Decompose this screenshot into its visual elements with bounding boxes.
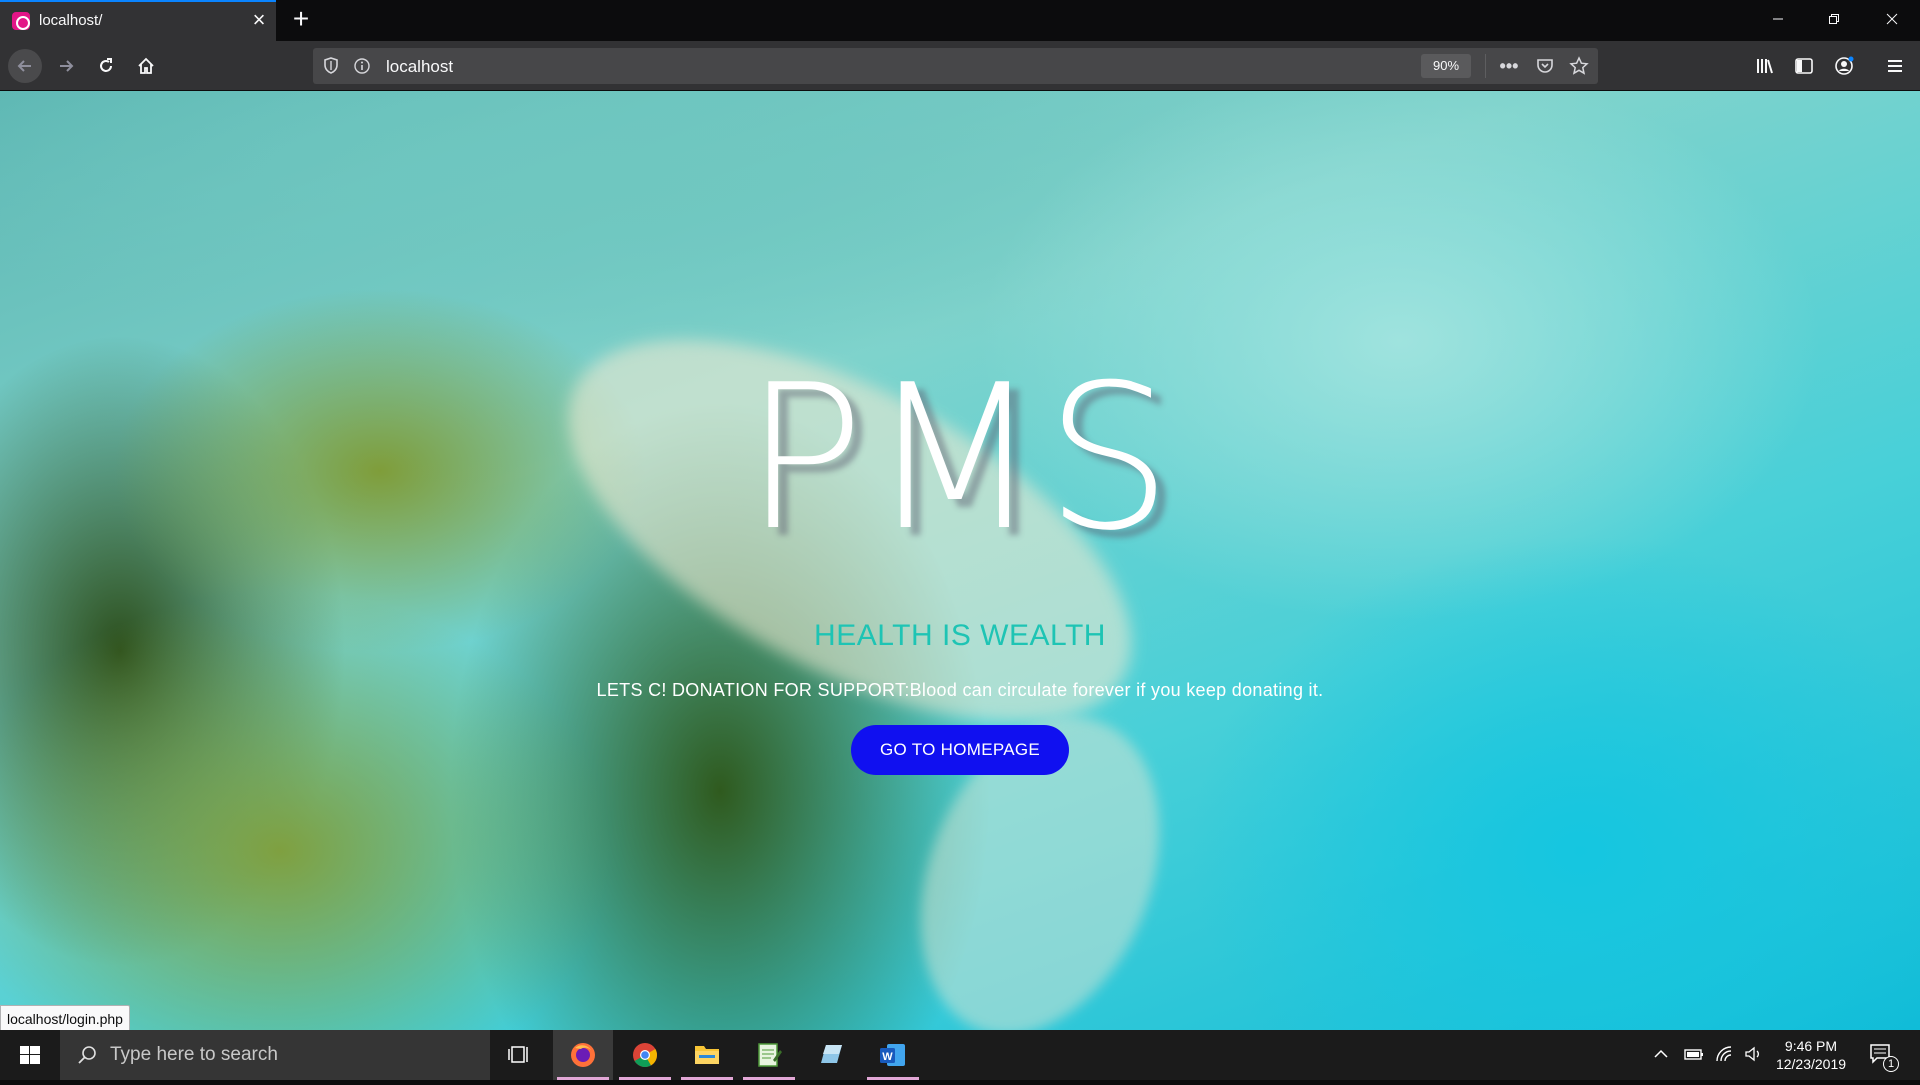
- file-explorer-taskbar-icon[interactable]: [677, 1030, 737, 1080]
- page-actions-icon[interactable]: •••: [1498, 55, 1520, 77]
- go-to-homepage-button[interactable]: GO TO HOMEPAGE: [851, 725, 1069, 775]
- word-taskbar-icon[interactable]: W: [863, 1030, 923, 1080]
- url-text[interactable]: localhost: [386, 57, 453, 77]
- clock-date: 12/23/2019: [1775, 1056, 1847, 1072]
- page-viewport: PMS HEALTH IS WEALTH LETS C! DONATION FO…: [0, 91, 1920, 1030]
- windows-start-icon[interactable]: [0, 1030, 60, 1080]
- windows-taskbar: Type here to search W 9:46 PM 12/23/2019…: [0, 1030, 1920, 1080]
- navigation-toolbar: localhost 90% •••: [0, 41, 1920, 91]
- reload-icon[interactable]: [89, 49, 123, 83]
- search-icon: [78, 1046, 96, 1064]
- svg-text:W: W: [882, 1051, 893, 1063]
- firefox-taskbar-icon[interactable]: [553, 1030, 613, 1080]
- task-view-icon[interactable]: [490, 1030, 550, 1080]
- editor-taskbar-icon[interactable]: [801, 1030, 861, 1080]
- chrome-taskbar-icon[interactable]: [615, 1030, 675, 1080]
- tab-close-icon[interactable]: ×: [248, 9, 270, 31]
- tab-title: localhost/: [39, 12, 103, 29]
- tracking-shield-icon[interactable]: [320, 55, 342, 77]
- forward-icon[interactable]: [49, 49, 83, 83]
- library-icon[interactable]: [1748, 49, 1782, 83]
- urlbar-divider: [1485, 54, 1486, 78]
- browser-tab[interactable]: localhost/ ×: [0, 0, 276, 41]
- search-placeholder: Type here to search: [110, 1044, 278, 1065]
- zoom-level-badge[interactable]: 90%: [1421, 54, 1471, 78]
- notepad-taskbar-icon[interactable]: [739, 1030, 799, 1080]
- minimize-icon[interactable]: [1750, 0, 1806, 41]
- wifi-icon[interactable]: [1715, 1045, 1735, 1068]
- menu-hamburger-icon[interactable]: [1878, 49, 1912, 83]
- site-info-icon[interactable]: [351, 55, 373, 77]
- pocket-icon[interactable]: [1534, 55, 1556, 77]
- hero-title: PMS: [743, 342, 1177, 575]
- address-bar[interactable]: localhost 90% •••: [313, 48, 1598, 84]
- taskbar-search-box[interactable]: Type here to search: [60, 1030, 490, 1080]
- show-hidden-icons-icon[interactable]: [1652, 1045, 1670, 1068]
- sidebar-toggle-icon[interactable]: [1787, 49, 1821, 83]
- home-icon[interactable]: [129, 49, 163, 83]
- notification-count-badge: 1: [1883, 1056, 1899, 1072]
- tab-strip: localhost/ × +: [0, 0, 1920, 41]
- restore-icon[interactable]: [1806, 0, 1862, 41]
- clock-time: 9:46 PM: [1784, 1038, 1838, 1054]
- hero-description: LETS C! DONATION FOR SUPPORT:Blood can c…: [596, 680, 1324, 700]
- hero-tagline: HEALTH IS WEALTH: [814, 619, 1106, 652]
- account-icon[interactable]: [1827, 49, 1861, 83]
- close-window-icon[interactable]: [1864, 0, 1920, 41]
- status-link-preview: localhost/login.php: [0, 1005, 130, 1031]
- taskbar-clock[interactable]: 9:46 PM 12/23/2019: [1746, 1037, 1876, 1073]
- bookmark-star-icon[interactable]: [1568, 55, 1590, 77]
- back-icon[interactable]: [8, 49, 42, 83]
- new-tab-icon[interactable]: +: [287, 5, 315, 34]
- site-favicon-icon: [12, 12, 30, 30]
- battery-icon[interactable]: [1683, 1045, 1705, 1068]
